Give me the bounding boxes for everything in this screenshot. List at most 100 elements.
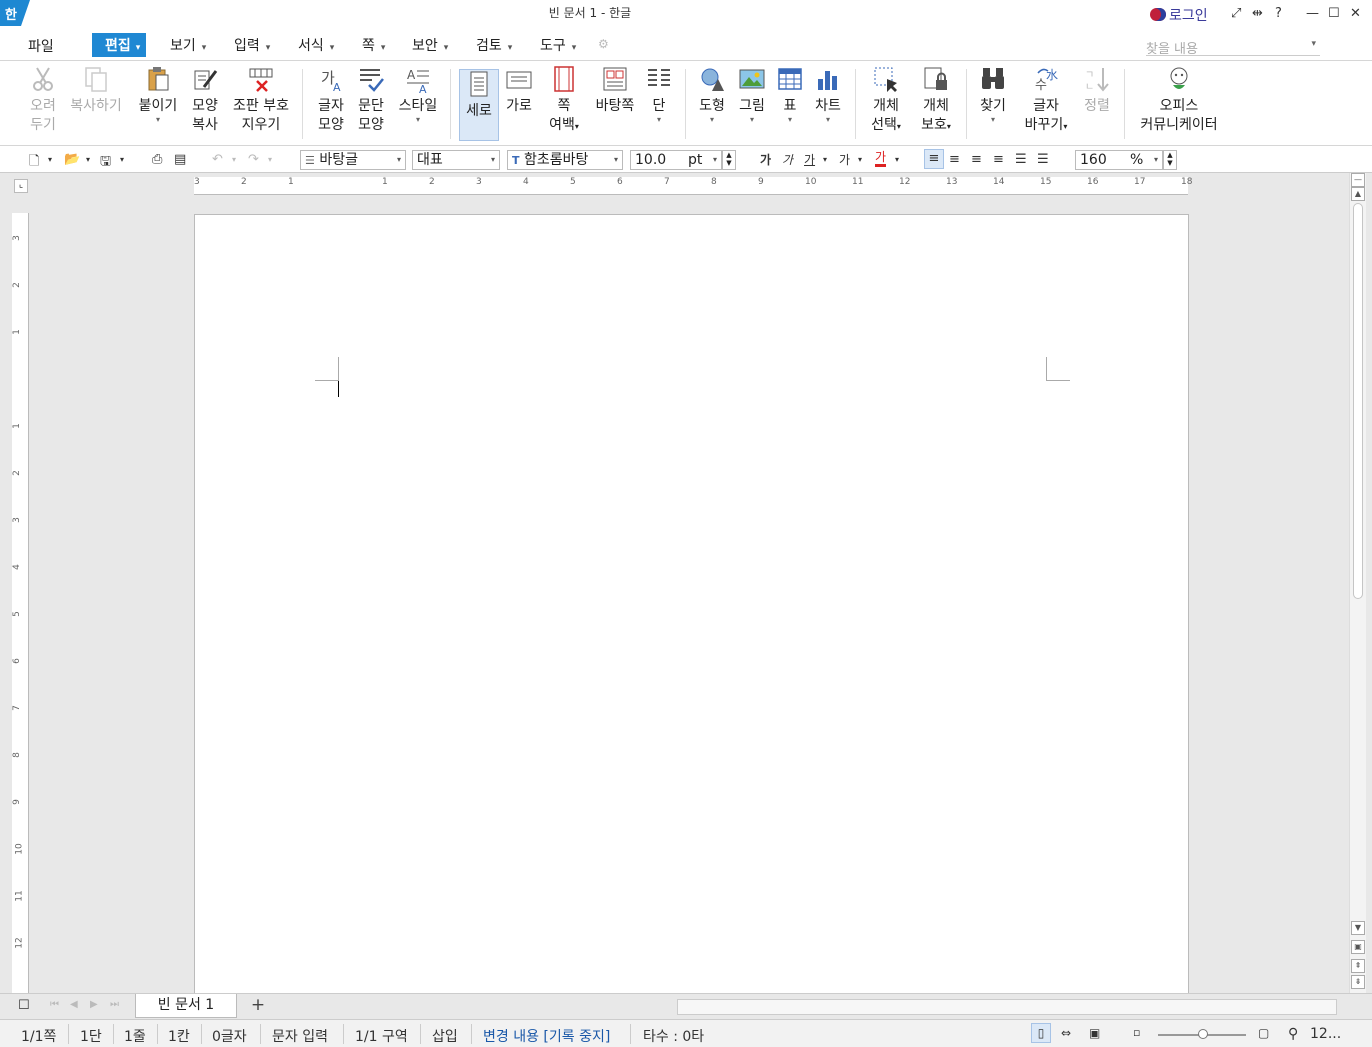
horizontal-scrollbar[interactable] bbox=[677, 999, 1337, 1015]
fit-width-view-icon[interactable]: ⇔ bbox=[1061, 1026, 1071, 1040]
font-size-field[interactable]: 10.0 pt ▾ bbox=[630, 150, 722, 170]
background-page-button[interactable]: 바탕쪽 bbox=[592, 65, 638, 116]
menu-edit[interactable]: 편집 ▾ bbox=[92, 33, 147, 57]
menu-review[interactable]: 검토 ▾ bbox=[476, 35, 512, 55]
style-button[interactable]: AA 스타일 ▾ bbox=[396, 65, 440, 124]
zoom-field[interactable]: 160% ▾ bbox=[1075, 150, 1163, 170]
normal-view-icon[interactable]: ▯ bbox=[1031, 1023, 1051, 1043]
chevron-down-icon[interactable]: ▾ bbox=[268, 155, 272, 164]
tab-stop-selector-icon[interactable]: ⌞ bbox=[14, 179, 28, 193]
stepper-up-icon[interactable]: ▲ bbox=[1167, 151, 1172, 159]
redo-icon[interactable]: ↷ bbox=[248, 152, 259, 167]
vertical-ruler[interactable]: 3 2 1 1 2 3 4 5 6 7 8 9 10 11 12 bbox=[12, 213, 29, 993]
chevron-down-icon[interactable]: ▾ bbox=[86, 155, 90, 164]
copy-button[interactable]: 복사하기 bbox=[66, 65, 126, 116]
zoom-slider-thumb[interactable] bbox=[1198, 1029, 1208, 1039]
fit-width-icon[interactable]: ⇹ bbox=[1252, 6, 1263, 21]
minimize-icon[interactable]: — bbox=[1306, 6, 1319, 21]
find-input[interactable]: 찾을 내용 ▾ bbox=[1146, 38, 1320, 57]
object-protect-button[interactable]: 개체 보호▾ bbox=[916, 65, 956, 136]
open-folder-icon[interactable]: 📂 bbox=[64, 152, 80, 167]
columns-button[interactable]: 단 ▾ bbox=[644, 65, 674, 124]
sort-button[interactable]: ㄱㄴ 정렬 bbox=[1080, 65, 1114, 116]
object-select-button[interactable]: 개체 선택▾ bbox=[866, 65, 906, 136]
magnifier-icon[interactable]: ⚲ bbox=[1288, 1026, 1298, 1042]
tab-document-1[interactable]: 빈 문서 1 bbox=[135, 994, 237, 1018]
undo-icon[interactable]: ↶ bbox=[212, 152, 223, 167]
status-page[interactable]: 1/1쪽 bbox=[21, 1026, 56, 1046]
font-size-stepper[interactable]: ▲ ▼ bbox=[722, 150, 736, 170]
chevron-down-icon[interactable]: ▾ bbox=[895, 155, 899, 164]
menu-security[interactable]: 보안 ▾ bbox=[412, 35, 448, 55]
picture-button[interactable]: 그림 ▾ bbox=[736, 65, 768, 124]
shape-button[interactable]: 도형 ▾ bbox=[696, 65, 728, 124]
cut-button[interactable]: 오려 두기 bbox=[26, 65, 60, 135]
align-left-icon[interactable]: ≡ bbox=[949, 152, 960, 167]
first-tab-icon[interactable]: ⏮ bbox=[50, 999, 59, 1010]
menu-format[interactable]: 서식 ▾ bbox=[298, 35, 334, 55]
menu-file[interactable]: 파일 bbox=[28, 36, 54, 56]
next-page-icon[interactable]: ⇟ bbox=[1351, 975, 1365, 989]
scroll-up-icon[interactable]: ▲ bbox=[1351, 187, 1365, 201]
font-color-button[interactable]: 가 bbox=[875, 151, 887, 167]
align-center-icon[interactable]: ≡ bbox=[971, 152, 982, 167]
zoom-in-icon[interactable]: ▢ bbox=[1258, 1026, 1269, 1040]
para-shape-button[interactable]: 문단 모양 bbox=[354, 65, 388, 135]
page-margin-button[interactable]: 쪽 여백▾ bbox=[544, 65, 584, 136]
justify-align-icon[interactable]: ≡ bbox=[924, 149, 944, 169]
office-communicator-button[interactable]: 오피스 커뮤니케이터 bbox=[1134, 65, 1224, 135]
distribute-align-icon[interactable]: ☰ bbox=[1015, 152, 1027, 167]
vertical-scrollbar[interactable]: — ▲ ▼ ▣ ⇞ ⇟ bbox=[1349, 173, 1366, 993]
bold-button[interactable]: 가 bbox=[760, 151, 771, 168]
stepper-up-icon[interactable]: ▲ bbox=[726, 151, 731, 159]
scroll-down-icon[interactable]: ▼ bbox=[1351, 921, 1365, 935]
chevron-down-icon[interactable]: ▾ bbox=[823, 155, 827, 164]
menu-insert[interactable]: 입력 ▾ bbox=[234, 35, 270, 55]
char-shape-button[interactable]: 가A 글자 모양 bbox=[314, 65, 348, 135]
language-select[interactable]: 대표 ▾ bbox=[412, 150, 500, 170]
last-tab-icon[interactable]: ⏭ bbox=[110, 999, 119, 1010]
previous-page-icon[interactable]: ⇞ bbox=[1351, 959, 1365, 973]
save-icon[interactable]: 🖫 bbox=[100, 152, 111, 174]
stepper-down-icon[interactable]: ▼ bbox=[726, 159, 731, 167]
zoom-slider[interactable] bbox=[1158, 1029, 1246, 1039]
format-copy-button[interactable]: 모양 복사 bbox=[188, 65, 222, 135]
replace-char-button[interactable]: 수水 글자 바꾸기▾ bbox=[1020, 65, 1072, 136]
next-tab-icon[interactable]: ▶ bbox=[90, 999, 98, 1010]
add-tab-button[interactable]: + bbox=[244, 995, 272, 1017]
zoom-stepper[interactable]: ▲ ▼ bbox=[1163, 150, 1177, 170]
scroll-thumb[interactable] bbox=[1353, 203, 1363, 599]
menu-tools[interactable]: 도구 ▾ bbox=[540, 35, 576, 55]
status-input-mode[interactable]: 문자 입력 bbox=[272, 1026, 328, 1046]
strikethrough-button[interactable]: 가 bbox=[839, 151, 850, 168]
chevron-down-icon[interactable]: ▾ bbox=[120, 155, 124, 164]
stepper-down-icon[interactable]: ▼ bbox=[1167, 159, 1172, 167]
horizontal-ruler[interactable]: 3 2 1 1 2 3 4 5 6 7 8 9 10 11 12 13 14 15 16 17 18 bbox=[194, 177, 1192, 195]
chevron-down-icon[interactable]: ▾ bbox=[858, 155, 862, 164]
chevron-down-icon[interactable]: ▾ bbox=[48, 155, 52, 164]
menu-page[interactable]: 쪽 ▾ bbox=[362, 35, 385, 55]
status-insert-mode[interactable]: 삽입 bbox=[432, 1026, 458, 1046]
fullscreen-icon[interactable]: ⤢ bbox=[1231, 6, 1241, 21]
status-track-changes[interactable]: 변경 내용 [기록 중지] bbox=[483, 1026, 610, 1046]
portrait-button[interactable]: 세로 bbox=[459, 69, 499, 141]
font-select[interactable]: T 함초롬바탕 ▾ bbox=[507, 150, 623, 170]
landscape-button[interactable]: 가로 bbox=[502, 65, 536, 116]
underline-button[interactable]: 가 bbox=[804, 151, 815, 168]
style-select[interactable]: ☰ 바탕글 ▾ bbox=[300, 150, 406, 170]
align-right-icon[interactable]: ≡ bbox=[993, 152, 1004, 167]
chevron-down-icon[interactable]: ▾ bbox=[232, 155, 236, 164]
split-align-icon[interactable]: ☰ bbox=[1037, 152, 1049, 167]
table-button[interactable]: 표 ▾ bbox=[774, 65, 806, 124]
clear-marks-button[interactable]: 조판 부호 지우기 bbox=[230, 65, 292, 135]
close-icon[interactable]: ✕ bbox=[1350, 6, 1361, 21]
login-button[interactable]: 로그인 bbox=[1150, 5, 1208, 25]
maximize-icon[interactable]: ☐ bbox=[1328, 6, 1340, 21]
fit-page-view-icon[interactable]: ▣ bbox=[1089, 1026, 1100, 1040]
new-document-icon[interactable]: 🗋 bbox=[29, 152, 39, 174]
chart-button[interactable]: 차트 ▾ bbox=[812, 65, 844, 124]
print-icon[interactable]: ⎙ bbox=[152, 152, 162, 167]
document-page[interactable] bbox=[194, 214, 1189, 1004]
help-button[interactable]: ? bbox=[1275, 6, 1282, 21]
italic-button[interactable]: 가 bbox=[782, 151, 793, 168]
